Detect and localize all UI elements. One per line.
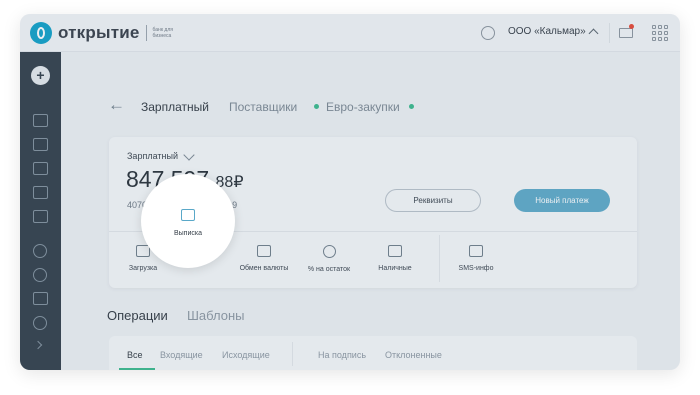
action-interest[interactable]: % на остаток	[299, 245, 359, 273]
edit-icon[interactable]	[183, 149, 195, 161]
currency-exchange-icon	[257, 245, 271, 257]
statement-icon	[181, 209, 195, 221]
action-label: Обмен валюты	[239, 265, 289, 272]
requisites-button[interactable]: Реквизиты	[385, 189, 481, 212]
tab-status-dot	[409, 104, 414, 109]
new-payment-button[interactable]: Новый платеж	[514, 189, 610, 212]
sidebar: +	[20, 52, 61, 370]
file-icon[interactable]	[33, 186, 48, 199]
deposit-icon[interactable]	[33, 244, 47, 258]
percent-icon	[322, 245, 336, 258]
tab-euro-purchases[interactable]: Евро-закупки	[326, 100, 400, 114]
notification-dot	[629, 24, 634, 29]
currency-icon[interactable]	[33, 210, 48, 223]
account-name: Зарплатный	[127, 151, 178, 161]
action-cash[interactable]: Наличные	[365, 245, 425, 272]
percent-sidebar-icon[interactable]	[33, 268, 47, 282]
bank-logo[interactable]: открытие банк для бизнеса	[30, 22, 189, 44]
tab-operations[interactable]: Операции	[107, 308, 168, 323]
active-filter-underline	[119, 368, 155, 370]
tab-salary[interactable]: Зарплатный	[141, 100, 209, 114]
mail-icon[interactable]	[619, 28, 633, 38]
tab-suppliers[interactable]: Поставщики	[229, 100, 297, 114]
action-label: Наличные	[378, 265, 412, 272]
card-icon[interactable]	[33, 138, 48, 151]
chevron-up-icon[interactable]	[588, 28, 599, 39]
filter-divider	[292, 342, 293, 366]
user-icon[interactable]	[481, 26, 495, 40]
logo-subtitle: банк для бизнеса	[152, 27, 173, 39]
action-label: % на остаток	[307, 266, 351, 273]
add-icon[interactable]: +	[31, 66, 50, 85]
top-bar: открытие банк для бизнеса ООО «Кальмар»	[20, 14, 680, 52]
filter-incoming[interactable]: Входящие	[160, 350, 203, 360]
action-sms[interactable]: SMS-инфо	[446, 245, 506, 272]
filter-to-sign[interactable]: На подпись	[318, 350, 366, 360]
tab-templates[interactable]: Шаблоны	[187, 308, 245, 323]
header-divider	[609, 23, 610, 43]
sms-icon	[469, 245, 483, 257]
actions-divider	[439, 235, 440, 282]
tab-status-dot	[314, 104, 319, 109]
send-icon[interactable]	[33, 292, 48, 305]
filter-bar: Все Входящие Исходящие На подпись Отклон…	[109, 336, 637, 370]
action-label: SMS-инфо	[458, 265, 494, 272]
wallet-icon[interactable]	[33, 114, 48, 127]
action-statement[interactable]: Выписка	[141, 174, 235, 268]
document-icon[interactable]	[33, 162, 48, 175]
company-selector[interactable]: ООО «Кальмар»	[508, 26, 586, 37]
logo-mark-icon	[30, 22, 52, 44]
filter-rejected[interactable]: Отклоненные	[385, 350, 442, 360]
chevron-right-icon[interactable]	[33, 340, 43, 350]
action-label: Загрузка	[128, 265, 158, 272]
cash-icon	[388, 245, 402, 257]
apps-grid-icon[interactable]	[652, 25, 668, 41]
back-arrow-icon[interactable]: ←	[108, 96, 125, 113]
logo-text: открытие	[58, 23, 140, 42]
at-icon[interactable]	[33, 316, 47, 330]
logo-divider	[145, 25, 147, 41]
filter-all[interactable]: Все	[127, 350, 143, 360]
action-exchange[interactable]: Обмен валюты	[234, 245, 294, 272]
app-window: открытие банк для бизнеса ООО «Кальмар» …	[20, 14, 680, 370]
filter-outgoing[interactable]: Исходящие	[222, 350, 270, 360]
action-label: Выписка	[173, 230, 202, 237]
